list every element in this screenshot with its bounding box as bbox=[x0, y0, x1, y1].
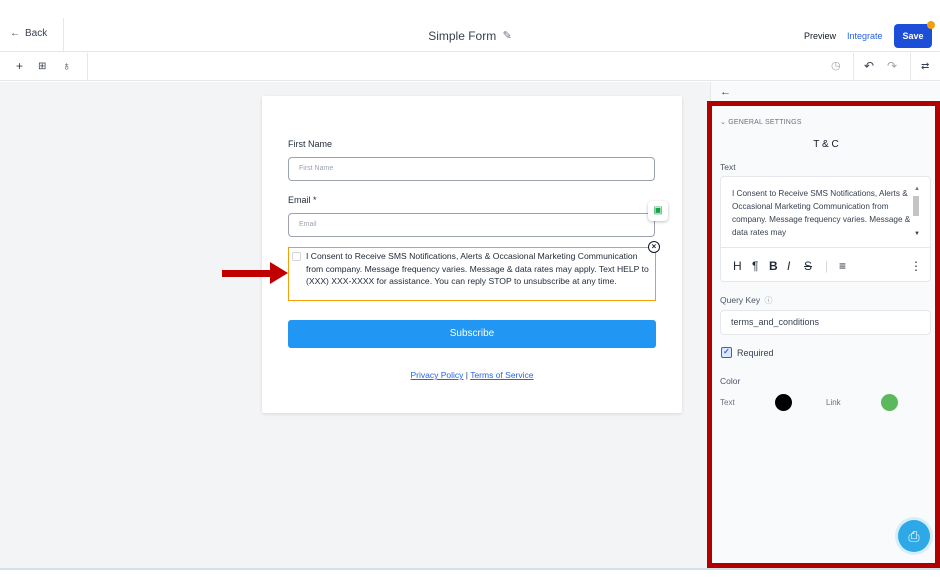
edit-pencil-icon[interactable]: ✎ bbox=[503, 30, 512, 42]
rich-text-editor[interactable]: I Consent to Receive SMS Notifications, … bbox=[720, 176, 931, 282]
general-settings-label: GENERAL SETTINGS bbox=[728, 119, 802, 126]
paragraph-button[interactable]: ¶ bbox=[752, 259, 758, 273]
text-color-swatch[interactable] bbox=[775, 394, 792, 411]
email-label: Email * bbox=[288, 195, 317, 205]
heading-button[interactable]: H bbox=[733, 259, 742, 273]
field-settings-icon[interactable]: ▣ bbox=[648, 201, 668, 221]
italic-button[interactable]: I bbox=[787, 259, 790, 273]
unsaved-indicator-dot bbox=[927, 21, 935, 29]
bottom-border bbox=[0, 568, 940, 570]
editor-content[interactable]: I Consent to Receive SMS Notifications, … bbox=[732, 187, 911, 239]
integrate-button[interactable]: Integrate bbox=[847, 31, 883, 41]
form-title: Simple Form bbox=[428, 28, 497, 43]
chevron-down-icon: ⌄ bbox=[720, 119, 727, 126]
terms-of-service-link[interactable]: Terms of Service bbox=[470, 370, 533, 380]
toolbar-separator: | bbox=[825, 259, 829, 273]
undo-icon[interactable]: ↶ bbox=[864, 59, 874, 73]
panel-back-arrow-icon[interactable]: ← bbox=[720, 86, 731, 98]
editor-divider bbox=[721, 247, 930, 248]
color-section-label: Color bbox=[720, 376, 741, 386]
bell-icon[interactable]: ♁ bbox=[62, 59, 71, 73]
element-title: T & C bbox=[813, 139, 839, 150]
editor-scrollbar[interactable] bbox=[913, 196, 919, 216]
settings-sliders-icon[interactable]: ⇄ bbox=[921, 61, 929, 72]
history-icon[interactable]: ◷ bbox=[831, 59, 841, 72]
required-checkbox[interactable]: ✓ bbox=[721, 347, 732, 358]
link-separator: | bbox=[465, 370, 468, 380]
text-section-label: Text bbox=[720, 162, 736, 172]
plus-icon[interactable]: + bbox=[16, 59, 23, 73]
general-settings-header[interactable]: ⌄ GENERAL SETTINGS bbox=[720, 118, 802, 126]
required-label: Required bbox=[737, 348, 774, 358]
strikethrough-button[interactable]: S bbox=[804, 259, 812, 273]
form-title-area[interactable]: Simple Form ✎ bbox=[0, 28, 940, 43]
top-bar: ← Back Simple Form ✎ Preview Integrate S… bbox=[0, 0, 940, 52]
info-icon[interactable]: ⓘ bbox=[765, 296, 773, 305]
toolbar-divider bbox=[910, 53, 911, 81]
editor-toolbar: + ⊞ ♁ ◷ ↶ ↷ ⇄ bbox=[0, 53, 940, 81]
more-options-icon[interactable]: ⋮ bbox=[910, 259, 922, 273]
scroll-up-icon[interactable]: ▲ bbox=[914, 186, 920, 192]
layers-icon[interactable]: ⊞ bbox=[38, 61, 46, 72]
remove-element-icon[interactable]: × bbox=[648, 241, 660, 253]
footer-links: Privacy Policy | Terms of Service bbox=[288, 370, 656, 380]
annotation-arrow-icon bbox=[270, 262, 288, 284]
query-key-label: Query Key bbox=[720, 295, 761, 305]
bold-button[interactable]: B bbox=[769, 259, 778, 273]
scroll-down-icon[interactable]: ▼ bbox=[914, 231, 920, 237]
toolbar-divider bbox=[87, 53, 88, 81]
query-key-label-wrap: Query Key ⓘ bbox=[720, 295, 773, 306]
subscribe-button[interactable]: Subscribe bbox=[288, 320, 656, 348]
first-name-label: First Name bbox=[288, 139, 333, 149]
redo-icon[interactable]: ↷ bbox=[887, 59, 897, 73]
annotation-arrow-shaft bbox=[222, 270, 272, 277]
preview-button[interactable]: Preview bbox=[804, 31, 836, 41]
help-chat-button[interactable]: ⎙ bbox=[898, 520, 930, 552]
consent-block[interactable]: I Consent to Receive SMS Notifications, … bbox=[288, 247, 656, 301]
link-color-label: Link bbox=[826, 398, 841, 407]
privacy-policy-link[interactable]: Privacy Policy bbox=[410, 370, 463, 380]
toolbar-divider bbox=[853, 53, 854, 81]
query-key-input[interactable]: terms_and_conditions bbox=[720, 310, 931, 335]
email-field[interactable]: Email bbox=[288, 213, 655, 237]
link-color-swatch[interactable] bbox=[881, 394, 898, 411]
align-left-icon[interactable]: ≡ bbox=[839, 259, 846, 273]
save-button[interactable]: Save bbox=[894, 24, 932, 48]
chat-feedback-icon: ⎙ bbox=[908, 528, 920, 544]
consent-text: I Consent to Receive SMS Notifications, … bbox=[306, 251, 649, 287]
first-name-field[interactable]: First Name bbox=[288, 157, 655, 181]
text-color-label: Text bbox=[720, 398, 735, 407]
consent-checkbox[interactable] bbox=[292, 252, 301, 261]
